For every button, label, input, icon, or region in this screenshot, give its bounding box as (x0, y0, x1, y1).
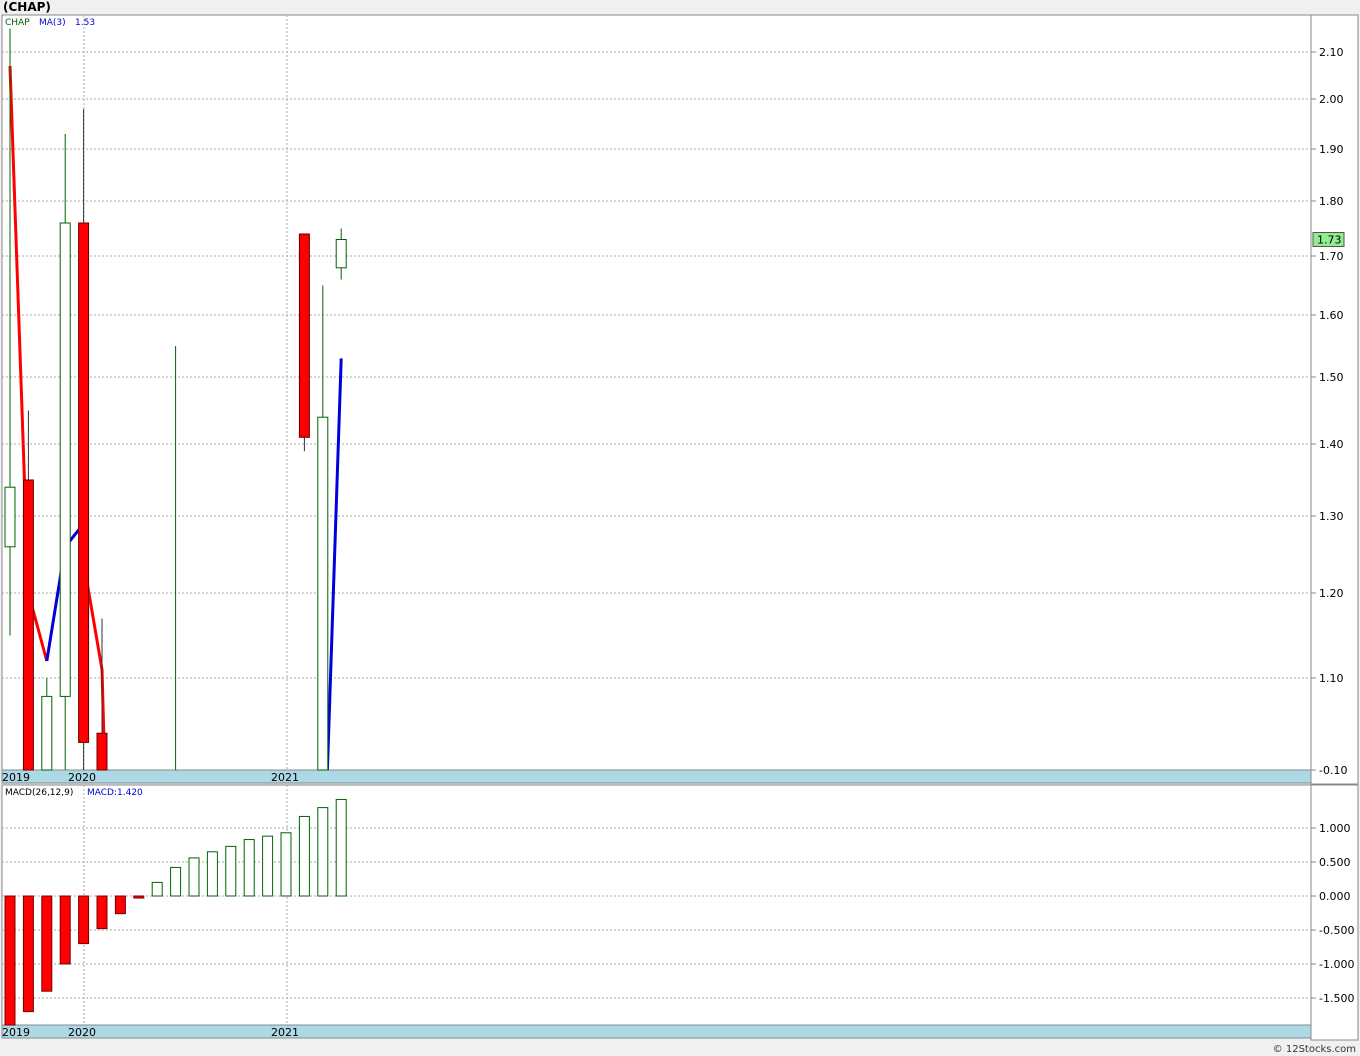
price-x-label: 2021 (271, 771, 299, 784)
last-price-badge: 1.73 (1312, 232, 1345, 247)
price-tick-label: 1.90 (1319, 143, 1344, 156)
macd-tick-label: -1.000 (1319, 958, 1354, 971)
price-right-axis (1310, 14, 1359, 785)
price-legend-label: MA(3) (39, 18, 66, 28)
macd-tick-label: -0.500 (1319, 924, 1354, 937)
price-legend-label: CHAP (5, 18, 30, 28)
macd-tick-label: -1.500 (1319, 992, 1354, 1005)
macd-bar (317, 807, 329, 897)
candle-body (59, 222, 71, 697)
price-tick-label: 1.10 (1319, 672, 1344, 685)
footer-credit: © 12Stocks.com (1272, 1044, 1356, 1055)
macd-bar (243, 839, 255, 897)
macd-bar (133, 895, 145, 899)
macd-tick-label: 1.000 (1319, 822, 1351, 835)
macd-bar (206, 851, 218, 897)
price-tick-label: 1.80 (1319, 195, 1344, 208)
macd-bar (114, 895, 126, 915)
candle-body (96, 732, 108, 771)
macd-bar (59, 895, 71, 965)
price-x-label: 2019 (2, 771, 30, 784)
candle-body (335, 239, 347, 269)
macd-bar (96, 895, 108, 930)
macd-bar (41, 895, 53, 992)
price-date-band (1, 769, 1312, 784)
last-price-text: 1.73 (1317, 234, 1342, 247)
price-tick-label: 1.40 (1319, 438, 1344, 451)
price-tick-label: 1.30 (1319, 510, 1344, 523)
macd-bar (78, 895, 90, 945)
chart-svg: 2.10 2.00 1.90 1.80 1.70 1.60 1.50 1.40 1.30 1.20… (1, 14, 1359, 1041)
candle-body (22, 479, 34, 771)
price-tick-label: 2.00 (1319, 93, 1344, 106)
price-tick-label: 2.10 (1319, 46, 1344, 59)
macd-bar (280, 832, 292, 897)
macd-legend-value: MACD:1.420 (87, 788, 143, 798)
price-panel (1, 14, 1312, 771)
macd-bar (4, 895, 16, 1026)
macd-tick-label: 0.500 (1319, 856, 1351, 869)
candle-body (78, 222, 90, 743)
price-tick-label: 1.50 (1319, 371, 1344, 384)
price-x-label: 2020 (68, 771, 96, 784)
price-legend-value: 1.53 (75, 18, 95, 28)
macd-date-band (1, 1024, 1312, 1039)
macd-x-label: 2020 (68, 1026, 96, 1039)
price-tick-label: 1.70 (1319, 250, 1344, 263)
macd-bar (22, 895, 34, 1013)
macd-panel (1, 784, 1312, 1026)
macd-x-label: 2019 (2, 1026, 30, 1039)
macd-bar (298, 815, 310, 897)
price-tick-label: -0.10 (1319, 764, 1347, 777)
candle-body (298, 233, 310, 438)
macd-bar (188, 857, 200, 897)
price-tick-label: 1.20 (1319, 587, 1344, 600)
macd-bar (225, 845, 237, 897)
macd-tick-label: 0.000 (1319, 890, 1351, 903)
macd-bar (170, 866, 182, 897)
macd-x-label: 2021 (271, 1026, 299, 1039)
price-legend: CHAP MA(3) 1.53 (5, 18, 95, 28)
candle-body (317, 416, 329, 771)
price-tick-label: 1.60 (1319, 309, 1344, 322)
macd-bar (335, 798, 347, 897)
macd-bar (151, 881, 163, 897)
candle-body (41, 695, 53, 771)
macd-legend-label: MACD(26,12,9) (5, 788, 73, 798)
candle-body (4, 486, 16, 548)
macd-bar (262, 835, 274, 897)
